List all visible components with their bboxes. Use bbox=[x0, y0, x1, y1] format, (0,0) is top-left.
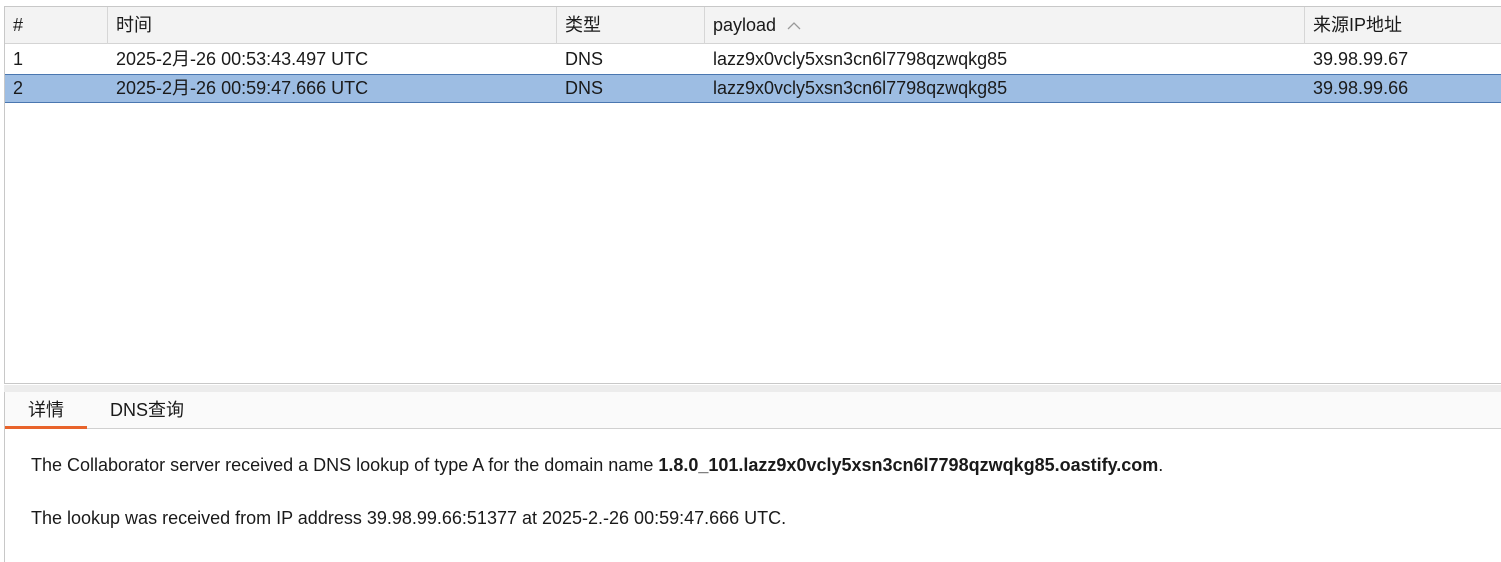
column-header-label: 来源IP地址 bbox=[1313, 15, 1403, 35]
detail-pane: 详情 DNS查询 The Collaborator server receive… bbox=[4, 392, 1501, 562]
cell-type: DNS bbox=[565, 78, 604, 98]
table-header: # 时间 类型 payload 来源IP地址 bbox=[5, 7, 1501, 44]
cell-type: DNS bbox=[565, 49, 604, 69]
detail-line-1: The Collaborator server received a DNS l… bbox=[31, 454, 1163, 476]
column-header-time[interactable]: 时间 bbox=[108, 7, 557, 44]
cell-number: 2 bbox=[13, 78, 24, 98]
column-header-payload[interactable]: payload bbox=[705, 7, 1305, 44]
cell-payload: lazz9x0vcly5xsn3cn6l7798qzwqkg85 bbox=[713, 78, 1008, 98]
detail-content: The Collaborator server received a DNS l… bbox=[31, 454, 1163, 560]
detail-line-2: The lookup was received from IP address … bbox=[31, 508, 787, 528]
detail-text: The Collaborator server received a DNS l… bbox=[31, 455, 659, 475]
tab-dns-query[interactable]: DNS查询 bbox=[97, 392, 197, 429]
cell-payload: lazz9x0vcly5xsn3cn6l7798qzwqkg85 bbox=[713, 49, 1008, 69]
cell-source-ip: 39.98.99.67 bbox=[1313, 49, 1409, 69]
cell-time: 2025-2月-26 00:53:43.497 UTC bbox=[116, 49, 369, 69]
column-header-source-ip[interactable]: 来源IP地址 bbox=[1305, 7, 1501, 44]
chevron-up-icon bbox=[787, 6, 801, 43]
column-header-label: 时间 bbox=[116, 15, 152, 35]
column-header-type[interactable]: 类型 bbox=[557, 7, 705, 44]
pane-splitter[interactable] bbox=[4, 385, 1501, 392]
cell-time: 2025-2月-26 00:59:47.666 UTC bbox=[116, 78, 369, 98]
column-header-number[interactable]: # bbox=[5, 7, 108, 44]
interactions-table: # 时间 类型 payload 来源IP地址 1 2025-2月-26 00:5… bbox=[4, 6, 1501, 384]
detail-tabs: 详情 DNS查询 bbox=[5, 392, 1501, 429]
tab-details[interactable]: 详情 bbox=[5, 392, 87, 429]
cell-source-ip: 39.98.99.66 bbox=[1313, 78, 1409, 98]
column-header-label: # bbox=[13, 15, 24, 35]
column-header-label: payload bbox=[713, 15, 777, 35]
table-row[interactable]: 1 2025-2月-26 00:53:43.497 UTC DNS lazz9x… bbox=[5, 45, 1501, 74]
column-header-label: 类型 bbox=[565, 15, 601, 35]
table-row-selected[interactable]: 2 2025-2月-26 00:59:47.666 UTC DNS lazz9x… bbox=[5, 74, 1501, 103]
detail-text: . bbox=[1158, 455, 1164, 475]
cell-number: 1 bbox=[13, 49, 24, 69]
detail-domain: 1.8.0_101.lazz9x0vcly5xsn3cn6l7798qzwqkg… bbox=[658, 455, 1159, 475]
